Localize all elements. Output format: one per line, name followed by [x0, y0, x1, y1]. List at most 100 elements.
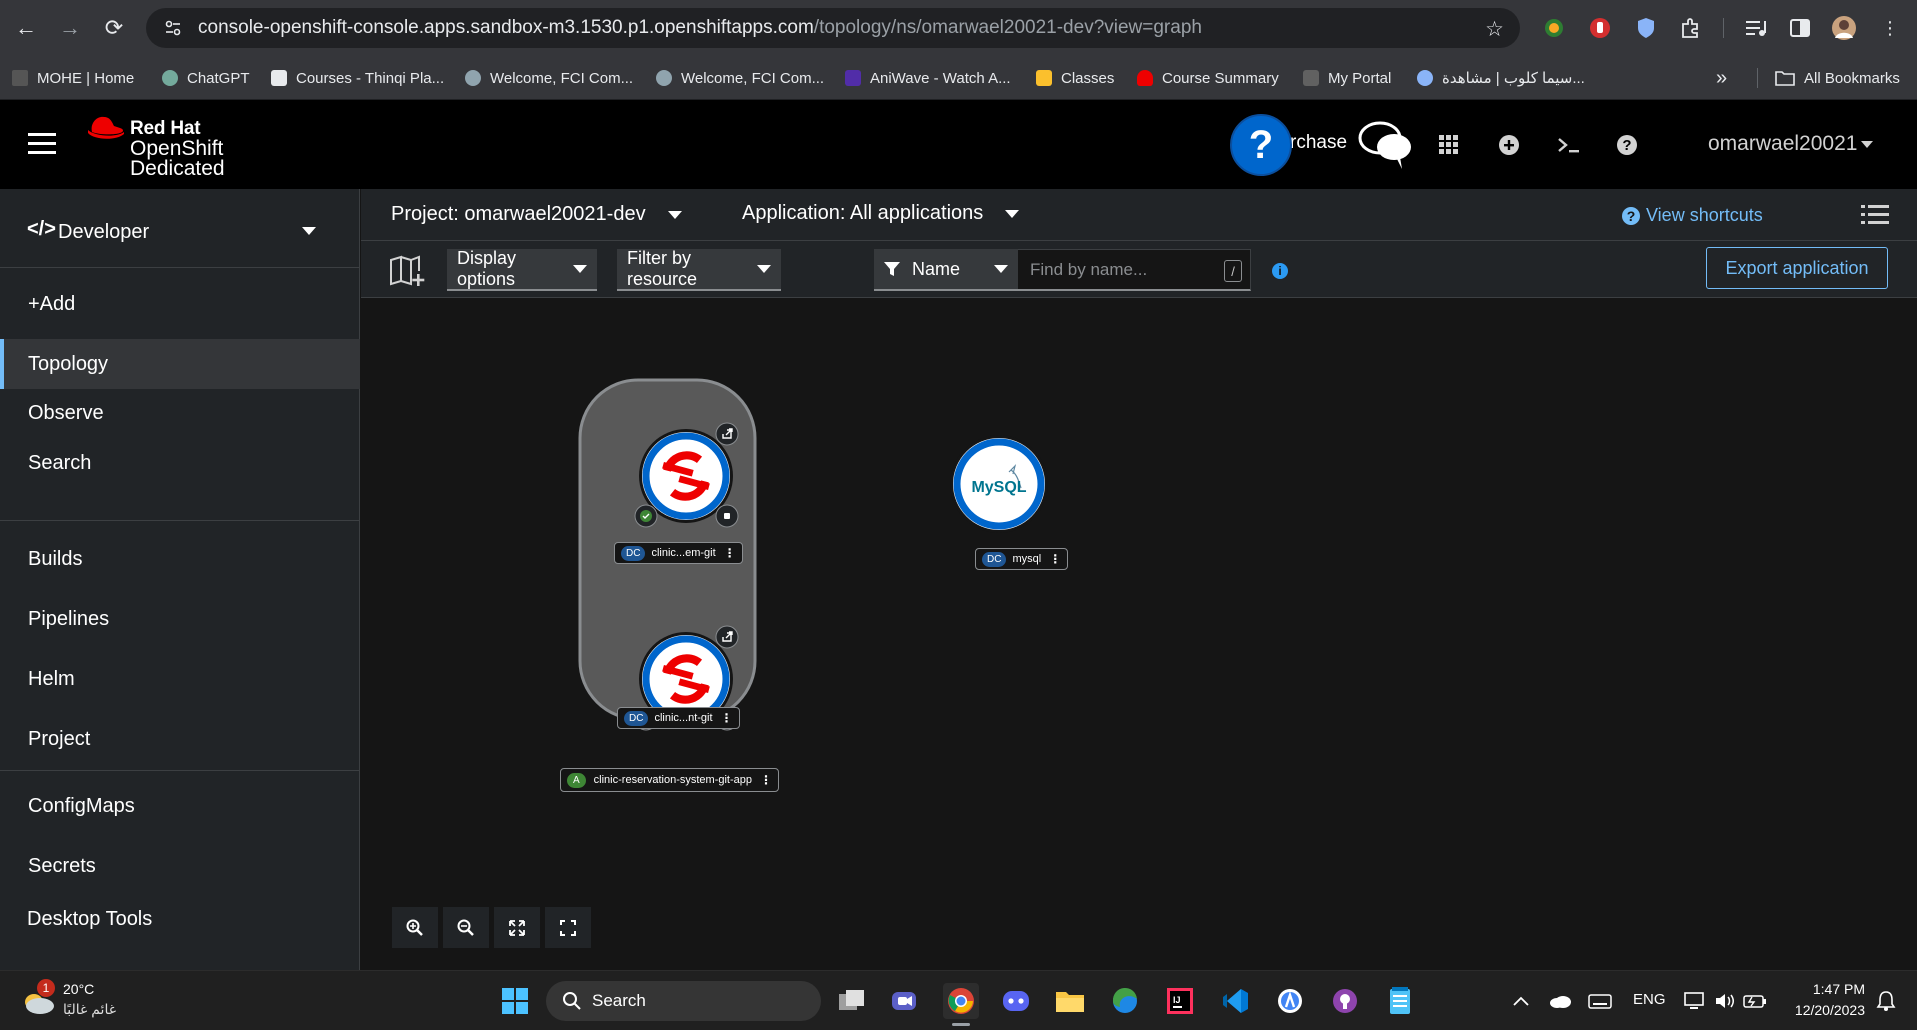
sidebar-item-add[interactable]: +Add — [0, 279, 360, 329]
sidebar-item-pipelines[interactable]: Pipelines — [0, 594, 360, 644]
floating-help-button[interactable]: ? — [1230, 114, 1292, 176]
clock-date[interactable]: 12/20/2023 — [1785, 1002, 1865, 1018]
tray-chevron-up-icon[interactable] — [1503, 983, 1539, 1019]
topology-graph-canvas[interactable]: MySQL DC mysql ⋮ DC clinic...em-git ⋮ DC clin… — [361, 298, 1917, 970]
workload-node-2-label[interactable]: DC clinic...nt-git ⋮ — [617, 707, 740, 729]
help-question-icon[interactable]: ? — [1612, 130, 1642, 160]
sidebar-item-secrets[interactable]: Secrets — [0, 841, 360, 891]
bookmark-item[interactable]: ChatGPT — [162, 66, 250, 90]
extensions-puzzle-icon[interactable] — [1676, 14, 1704, 42]
display-options-dropdown[interactable]: Display options — [447, 248, 597, 291]
file-explorer-icon[interactable] — [1052, 983, 1088, 1019]
browser-menu-icon[interactable]: ⋮ — [1876, 14, 1904, 42]
application-selector[interactable]: Application: All applications — [742, 202, 1020, 225]
sidebar-item-observe[interactable]: Observe — [0, 388, 360, 438]
quick-search-book-icon[interactable] — [389, 255, 427, 287]
back-icon[interactable]: ← — [12, 14, 40, 42]
notepad-icon[interactable] — [1382, 983, 1418, 1019]
teams-meet-icon[interactable] — [887, 983, 923, 1019]
mysql-node-label[interactable]: DC mysql ⋮ — [975, 548, 1069, 570]
sidebar-item-builds[interactable]: Builds — [0, 534, 360, 584]
windows-start-icon[interactable] — [497, 983, 533, 1019]
external-link-icon[interactable] — [715, 422, 739, 446]
taskbar-search[interactable]: Search — [546, 981, 821, 1021]
weather-temp[interactable]: 20°C — [63, 981, 94, 997]
redhat-logo[interactable] — [86, 114, 126, 144]
input-language[interactable]: ENG — [1633, 991, 1666, 1008]
extension-globe-icon[interactable] — [1540, 14, 1568, 42]
terminal-icon[interactable] — [1554, 130, 1584, 160]
sidebar-item-topology[interactable]: Topology — [0, 339, 360, 389]
address-bar[interactable]: console-openshift-console.apps.sandbox-m… — [146, 8, 1520, 48]
extension-hand-icon[interactable] — [1586, 14, 1614, 42]
list-view-icon[interactable] — [1861, 203, 1889, 227]
perspective-switcher[interactable]: </> Developer — [0, 189, 360, 268]
bookmark-item[interactable]: AniWave - Watch A... — [845, 66, 1011, 90]
workload-node-1-label[interactable]: DC clinic...em-git ⋮ — [614, 542, 743, 564]
weather-desc[interactable]: غائم غالبًا — [63, 1001, 116, 1018]
github-desktop-icon[interactable] — [1327, 983, 1363, 1019]
topology-graph: MySQL — [578, 378, 1048, 731]
hamburger-menu-icon[interactable] — [28, 133, 56, 155]
notification-bell-icon[interactable] — [1868, 983, 1904, 1019]
reload-icon[interactable]: ⟳ — [100, 14, 128, 42]
kebab-menu-icon[interactable]: ⋮ — [1049, 553, 1061, 565]
side-panel-icon[interactable] — [1786, 14, 1814, 42]
chat-bubbles-icon[interactable] — [1356, 117, 1418, 173]
sidebar-item-search[interactable]: Search — [0, 438, 360, 488]
sidebar-item-configmaps[interactable]: ConfigMaps — [0, 781, 360, 831]
more-bookmarks-chevron-icon[interactable]: » — [1716, 66, 1727, 90]
zoom-out-button[interactable] — [443, 907, 489, 948]
bookmark-item[interactable]: MOHE | Home — [12, 66, 134, 90]
export-application-button[interactable]: Export application — [1706, 247, 1888, 289]
profile-avatar[interactable] — [1830, 14, 1858, 42]
mysql-node[interactable]: MySQL — [950, 435, 1048, 533]
zoom-in-button[interactable] — [392, 907, 438, 948]
user-menu[interactable]: omarwael20021 — [1708, 132, 1874, 156]
keyboard-icon[interactable] — [1582, 983, 1618, 1019]
forward-icon[interactable]: → — [56, 14, 84, 42]
edge-browser-icon[interactable] — [1107, 983, 1143, 1019]
site-info-icon[interactable] — [164, 19, 182, 37]
bookmark-item[interactable]: Welcome, FCI Com... — [656, 66, 824, 90]
view-shortcuts-link[interactable]: ? View shortcuts — [1622, 205, 1763, 226]
sidebar-item-desktop-tools[interactable]: Desktop Tools — [0, 894, 360, 944]
clock-time[interactable]: 1:47 PM — [1809, 981, 1865, 997]
info-circle-icon[interactable]: i — [1272, 263, 1288, 279]
task-view-icon[interactable] — [834, 983, 870, 1019]
media-controls-icon[interactable] — [1742, 14, 1770, 42]
external-link-icon[interactable] — [715, 625, 739, 649]
kebab-menu-icon[interactable]: ⋮ — [760, 774, 772, 786]
kebab-menu-icon[interactable]: ⋮ — [721, 712, 733, 724]
chrome-icon[interactable] — [943, 983, 979, 1019]
android-studio-icon[interactable] — [1272, 983, 1308, 1019]
fit-to-screen-button[interactable] — [494, 907, 540, 948]
discord-icon[interactable] — [998, 983, 1034, 1019]
application-group-label[interactable]: Aclinic-reservation-system-git-app ⋮ — [560, 768, 779, 792]
chevron-down-icon — [994, 265, 1008, 273]
purchase-link[interactable]: rchase — [1290, 132, 1347, 154]
quick-create-plus-icon[interactable] — [1494, 130, 1524, 160]
bookmark-item[interactable]: Classes — [1036, 66, 1114, 90]
bookmark-item[interactable]: Course Summary — [1137, 66, 1279, 90]
onedrive-cloud-icon[interactable] — [1542, 983, 1578, 1019]
sidebar-item-project[interactable]: Project — [0, 714, 360, 764]
vscode-icon[interactable] — [1217, 983, 1253, 1019]
bookmark-item[interactable]: سيما كلوب | مشاهدة... — [1417, 66, 1585, 90]
kebab-menu-icon[interactable]: ⋮ — [724, 547, 736, 559]
intellij-icon[interactable]: IJ — [1162, 983, 1198, 1019]
project-selector[interactable]: Project: omarwael20021-dev — [391, 203, 682, 226]
app-launcher-grid-icon[interactable] — [1434, 130, 1464, 160]
bookmark-item[interactable]: My Portal — [1303, 66, 1391, 90]
all-bookmarks-folder[interactable]: All Bookmarks — [1775, 66, 1900, 90]
bookmark-item[interactable]: Welcome, FCI Com... — [465, 66, 633, 90]
filter-by-resource-dropdown[interactable]: Filter by resource — [617, 248, 781, 291]
bookmark-item[interactable]: Courses - Thinqi Pla... — [271, 66, 444, 90]
extension-shield-icon[interactable] — [1632, 14, 1660, 42]
battery-icon[interactable] — [1737, 983, 1773, 1019]
filter-type-dropdown[interactable]: Name — [874, 249, 1018, 291]
bookmark-star-icon[interactable]: ☆ — [1485, 17, 1504, 42]
reset-view-button[interactable] — [545, 907, 591, 948]
sidebar-item-helm[interactable]: Helm — [0, 654, 360, 704]
find-by-name-input[interactable]: Find by name... / — [1018, 249, 1251, 291]
